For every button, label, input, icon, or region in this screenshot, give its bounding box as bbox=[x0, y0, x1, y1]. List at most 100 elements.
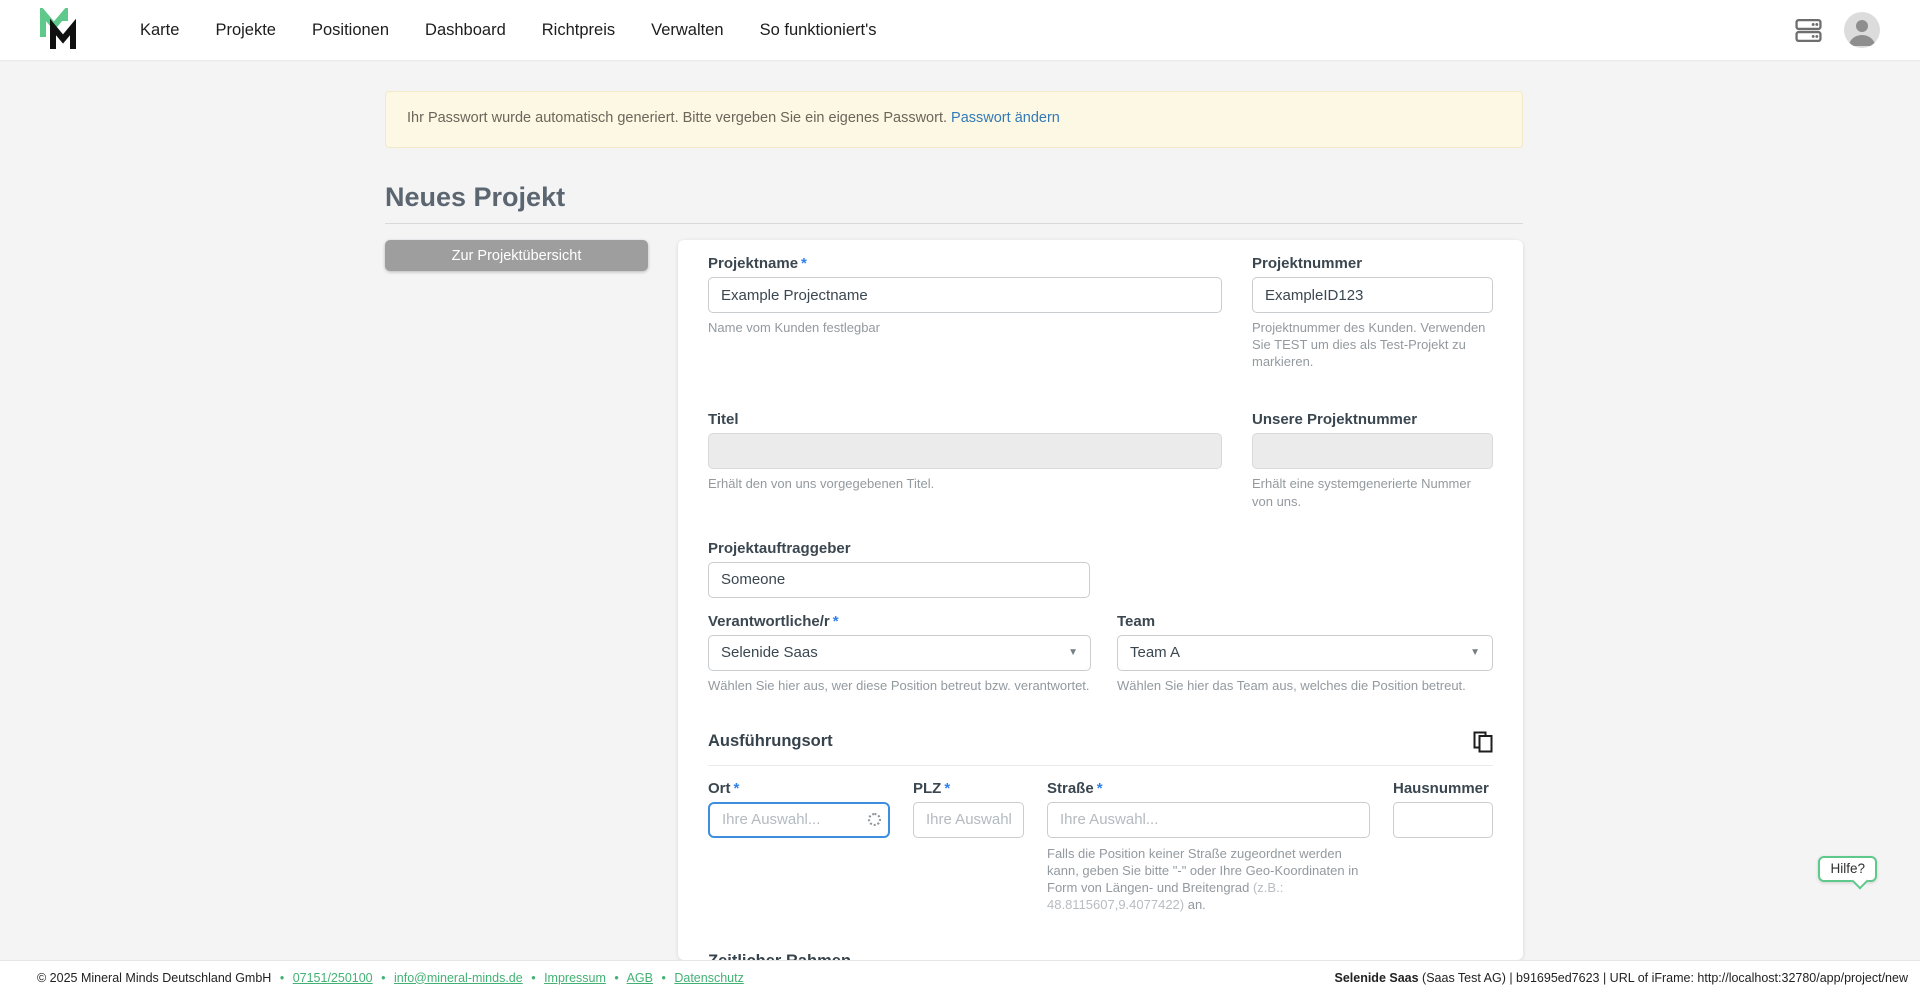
footer-link-impressum[interactable]: Impressum bbox=[544, 971, 606, 985]
team-helper: Wählen Sie hier das Team aus, welches di… bbox=[1117, 677, 1493, 694]
footer-left: © 2025 Mineral Minds Deutschland GmbH • … bbox=[37, 971, 744, 985]
plz-input[interactable] bbox=[913, 802, 1024, 838]
form-row-auftraggeber: Projektauftraggeber bbox=[708, 540, 1493, 598]
footer-separator: • bbox=[661, 971, 665, 985]
team-select[interactable]: Team A ▼ bbox=[1117, 635, 1493, 671]
section-ausfuehrungsort: Ausführungsort bbox=[708, 731, 1493, 753]
field-projektnummer: Projektnummer Projektnummer des Kunden. … bbox=[1252, 255, 1493, 370]
nav-item-dashboard[interactable]: Dashboard bbox=[407, 0, 524, 60]
footer-link-phone[interactable]: 07151/250100 bbox=[293, 971, 373, 985]
strasse-input[interactable] bbox=[1047, 802, 1370, 838]
projektname-helper: Name vom Kunden festlegbar bbox=[708, 319, 1222, 336]
plz-label: PLZ* bbox=[913, 780, 1024, 797]
title-divider bbox=[385, 223, 1523, 224]
project-overview-button[interactable]: Zur Projektübersicht bbox=[385, 240, 648, 271]
field-unsere-projektnummer: Unsere Projektnummer Erhält eine systemg… bbox=[1252, 411, 1493, 509]
team-label: Team bbox=[1117, 613, 1493, 630]
form-row-verantwortlicher-team: Verantwortliche/r* Selenide Saas ▼ Wähle… bbox=[708, 613, 1493, 694]
footer-user-name: Selenide Saas bbox=[1334, 971, 1418, 985]
project-form-card: Projektname* Name vom Kunden festlegbar … bbox=[678, 240, 1523, 960]
ort-label: Ort* bbox=[708, 780, 890, 797]
unsere-projektnummer-input bbox=[1252, 433, 1493, 469]
mineral-minds-logo-icon[interactable] bbox=[38, 8, 82, 52]
nav-item-karte[interactable]: Karte bbox=[122, 0, 197, 60]
main-content: Ihr Passwort wurde automatisch generiert… bbox=[0, 60, 1920, 960]
required-mark: * bbox=[944, 780, 950, 797]
server-icon[interactable] bbox=[1795, 17, 1822, 44]
projektnummer-label: Projektnummer bbox=[1252, 255, 1493, 272]
footer-separator: • bbox=[381, 971, 385, 985]
nav-item-projekte[interactable]: Projekte bbox=[197, 0, 294, 60]
team-value: Team A bbox=[1130, 644, 1180, 661]
ausfuehrungsort-title: Ausführungsort bbox=[708, 732, 833, 751]
section-zeitlicher-rahmen: Zeitlicher Rahmen bbox=[708, 952, 1493, 960]
footer-link-email[interactable]: info@mineral-minds.de bbox=[394, 971, 523, 985]
footer-session-info: (Saas Test AG) | b91695ed7623 | URL of i… bbox=[1419, 971, 1908, 985]
page-footer: © 2025 Mineral Minds Deutschland GmbH • … bbox=[0, 960, 1920, 994]
projektnummer-helper: Projektnummer des Kunden. Verwenden Sie … bbox=[1252, 319, 1493, 370]
titel-helper: Erhält den von uns vorgegebenen Titel. bbox=[708, 475, 1222, 492]
titel-input bbox=[708, 433, 1222, 469]
verantwortlicher-select[interactable]: Selenide Saas ▼ bbox=[708, 635, 1091, 671]
banner-message: Ihr Passwort wurde automatisch generiert… bbox=[407, 110, 947, 126]
user-avatar[interactable] bbox=[1844, 12, 1880, 48]
hausnummer-input[interactable] bbox=[1393, 802, 1493, 838]
chevron-down-icon: ▼ bbox=[1470, 647, 1480, 658]
projektname-input[interactable] bbox=[708, 277, 1222, 313]
required-mark: * bbox=[734, 780, 740, 797]
verantwortlicher-value: Selenide Saas bbox=[721, 644, 818, 661]
change-password-link[interactable]: Passwort ändern bbox=[951, 110, 1060, 126]
field-team: Team Team A ▼ Wählen Sie hier das Team a… bbox=[1117, 613, 1493, 694]
form-row-location: Ort* PLZ* Straße* Falls die Po bbox=[708, 780, 1493, 914]
field-titel: Titel Erhält den von uns vorgegebenen Ti… bbox=[708, 411, 1222, 509]
navbar-right bbox=[1795, 12, 1880, 48]
nav-item-richtpreis[interactable]: Richtpreis bbox=[524, 0, 633, 60]
titel-label: Titel bbox=[708, 411, 1222, 428]
field-ort: Ort* bbox=[708, 780, 890, 914]
unsere-projektnummer-helper: Erhält eine systemgenerierte Nummer von … bbox=[1252, 475, 1493, 509]
projektauftraggeber-input[interactable] bbox=[708, 562, 1090, 598]
verantwortlicher-label: Verantwortliche/r* bbox=[708, 613, 1091, 630]
verantwortlicher-helper: Wählen Sie hier aus, wer diese Position … bbox=[708, 677, 1091, 694]
required-mark: * bbox=[1097, 780, 1103, 797]
field-projektauftraggeber: Projektauftraggeber bbox=[708, 540, 1222, 598]
projektauftraggeber-label: Projektauftraggeber bbox=[708, 540, 1222, 557]
field-hausnummer: Hausnummer bbox=[1393, 780, 1493, 914]
ort-input[interactable] bbox=[708, 802, 890, 838]
field-strasse: Straße* Falls die Position keiner Straße… bbox=[1047, 780, 1370, 914]
footer-link-datenschutz[interactable]: Datenschutz bbox=[674, 971, 743, 985]
footer-separator: • bbox=[280, 971, 284, 985]
field-plz: PLZ* bbox=[913, 780, 1024, 914]
nav-item-positionen[interactable]: Positionen bbox=[294, 0, 407, 60]
main-nav: Karte Projekte Positionen Dashboard Rich… bbox=[122, 0, 894, 60]
ort-input-wrap bbox=[708, 802, 890, 838]
password-warning-banner: Ihr Passwort wurde automatisch generiert… bbox=[385, 91, 1523, 148]
footer-right: Selenide Saas (Saas Test AG) | b91695ed7… bbox=[1334, 971, 1908, 985]
chevron-down-icon: ▼ bbox=[1068, 647, 1078, 658]
help-button[interactable]: Hilfe? bbox=[1818, 856, 1877, 882]
nav-item-so-funktionierts[interactable]: So funktioniert's bbox=[742, 0, 895, 60]
copy-icon[interactable] bbox=[1473, 731, 1493, 753]
form-row-name-number: Projektname* Name vom Kunden festlegbar … bbox=[708, 255, 1493, 370]
strasse-label: Straße* bbox=[1047, 780, 1370, 797]
strasse-helper: Falls die Position keiner Straße zugeord… bbox=[1047, 845, 1370, 914]
unsere-projektnummer-label: Unsere Projektnummer bbox=[1252, 411, 1493, 428]
nav-item-verwalten[interactable]: Verwalten bbox=[633, 0, 741, 60]
field-verantwortlicher: Verantwortliche/r* Selenide Saas ▼ Wähle… bbox=[708, 613, 1091, 694]
projektnummer-input[interactable] bbox=[1252, 277, 1493, 313]
zeitlicher-rahmen-title: Zeitlicher Rahmen bbox=[708, 952, 851, 960]
required-mark: * bbox=[833, 613, 839, 630]
loading-spinner-icon bbox=[868, 813, 881, 826]
page-title: Neues Projekt bbox=[385, 182, 565, 213]
copyright-text: © 2025 Mineral Minds Deutschland GmbH bbox=[37, 971, 271, 985]
section-divider bbox=[708, 765, 1493, 766]
hausnummer-label: Hausnummer bbox=[1393, 780, 1493, 797]
field-projektname: Projektname* Name vom Kunden festlegbar bbox=[708, 255, 1222, 370]
required-mark: * bbox=[801, 255, 807, 272]
top-navbar: Karte Projekte Positionen Dashboard Rich… bbox=[0, 0, 1920, 60]
footer-separator: • bbox=[614, 971, 618, 985]
projektname-label: Projektname* bbox=[708, 255, 1222, 272]
footer-separator: • bbox=[531, 971, 535, 985]
footer-link-agb[interactable]: AGB bbox=[627, 971, 653, 985]
form-row-titel: Titel Erhält den von uns vorgegebenen Ti… bbox=[708, 411, 1493, 509]
